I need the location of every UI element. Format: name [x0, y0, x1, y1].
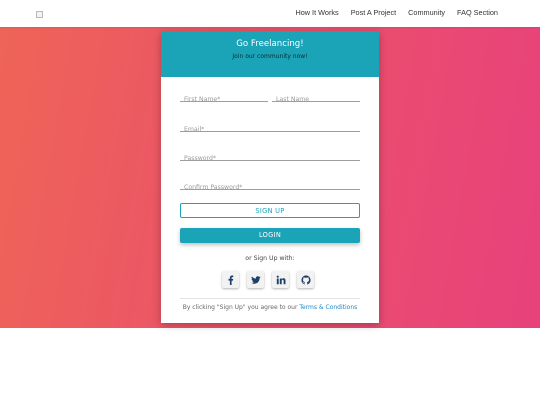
first-name-field: [180, 86, 268, 103]
linkedin-icon: [276, 275, 285, 284]
logo-image[interactable]: [36, 11, 43, 18]
email-input[interactable]: [180, 122, 360, 133]
social-signup-buttons: [222, 271, 314, 288]
terms-divider: [180, 298, 360, 299]
linkedin-button[interactable]: [272, 271, 289, 288]
facebook-button[interactable]: [222, 271, 239, 288]
card-title: Go Freelancing!: [236, 39, 304, 49]
github-icon: [300, 274, 311, 285]
terms-prefix-text: By clicking "Sign Up" you agree to our: [182, 304, 300, 311]
top-navigation-bar: How It Works Post A Project Community FA…: [0, 0, 540, 27]
card-subtitle: Join our community now!: [232, 53, 308, 60]
main-nav: How It Works Post A Project Community FA…: [295, 8, 498, 17]
facebook-icon: [228, 275, 233, 285]
confirm-password-input[interactable]: [180, 180, 360, 191]
login-button[interactable]: LOGIN: [180, 228, 360, 243]
nav-community[interactable]: Community: [408, 8, 445, 17]
terms-notice: By clicking "Sign Up" you agree to our T…: [161, 304, 379, 311]
terms-and-conditions-link[interactable]: Terms & Conditions: [299, 304, 357, 311]
card-header: Go Freelancing! Join our community now!: [161, 31, 379, 77]
sign-up-button[interactable]: SIGN UP: [180, 203, 360, 218]
github-button[interactable]: [297, 271, 314, 288]
confirm-password-field: [180, 174, 360, 191]
last-name-field: [272, 86, 360, 103]
or-sign-up-with-label: or Sign Up with:: [245, 255, 295, 262]
password-field: [180, 145, 360, 162]
first-name-input[interactable]: [180, 92, 268, 103]
signup-card: Go Freelancing! Join our community now! …: [161, 31, 379, 323]
last-name-input[interactable]: [272, 92, 360, 103]
password-input[interactable]: [180, 151, 360, 162]
twitter-button[interactable]: [247, 271, 264, 288]
nav-faq-section[interactable]: FAQ Section: [457, 8, 498, 17]
nav-post-a-project[interactable]: Post A Project: [351, 8, 396, 17]
nav-how-it-works[interactable]: How It Works: [295, 8, 338, 17]
twitter-icon: [250, 275, 261, 284]
email-field: [180, 116, 360, 133]
